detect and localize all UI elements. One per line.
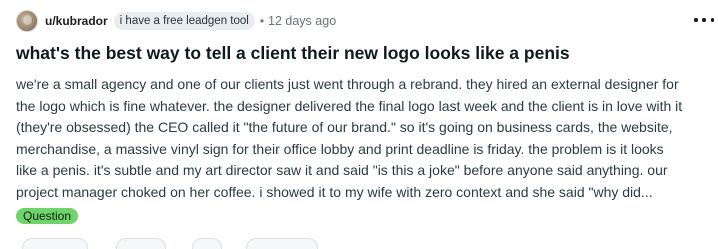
post-body[interactable]: we're a small agency and one of our clie… [16, 74, 712, 203]
post-body-line: the logo which is fine whatever. the des… [16, 97, 683, 114]
comments-button[interactable] [116, 238, 166, 249]
dot-icon [702, 18, 706, 22]
share-button[interactable] [246, 238, 318, 249]
post-body-line: like a penis. it's subtle and my art dir… [16, 162, 668, 178]
post-timestamp: 12 days ago [268, 14, 337, 28]
post-flair-tag[interactable]: Question [16, 208, 79, 224]
post-body-line: (they're obsessed) the CEO called it "th… [16, 119, 673, 135]
more-options-icon[interactable] [694, 12, 714, 28]
vote-button-group[interactable] [22, 238, 88, 249]
post-body-line: merchandise, a massive vinyl sign for th… [16, 140, 664, 157]
post-body-line: we're a small agency and one of our clie… [16, 76, 679, 92]
user-flair: i have a free leadgen tool [113, 12, 255, 30]
separator-dot: • [259, 14, 265, 28]
post-meta: u/kubrador i have a free leadgen tool • … [16, 10, 718, 32]
avatar[interactable] [16, 10, 38, 32]
post-title[interactable]: what's the best way to tell a client the… [16, 41, 708, 65]
post-body-line: project manager choked on her coffee. i … [16, 183, 653, 200]
dot-icon [710, 18, 714, 22]
post-card: u/kubrador i have a free leadgen tool • … [0, 0, 718, 249]
award-button[interactable] [192, 238, 222, 249]
username-link[interactable]: u/kubrador [45, 14, 108, 28]
dot-icon [694, 18, 698, 22]
